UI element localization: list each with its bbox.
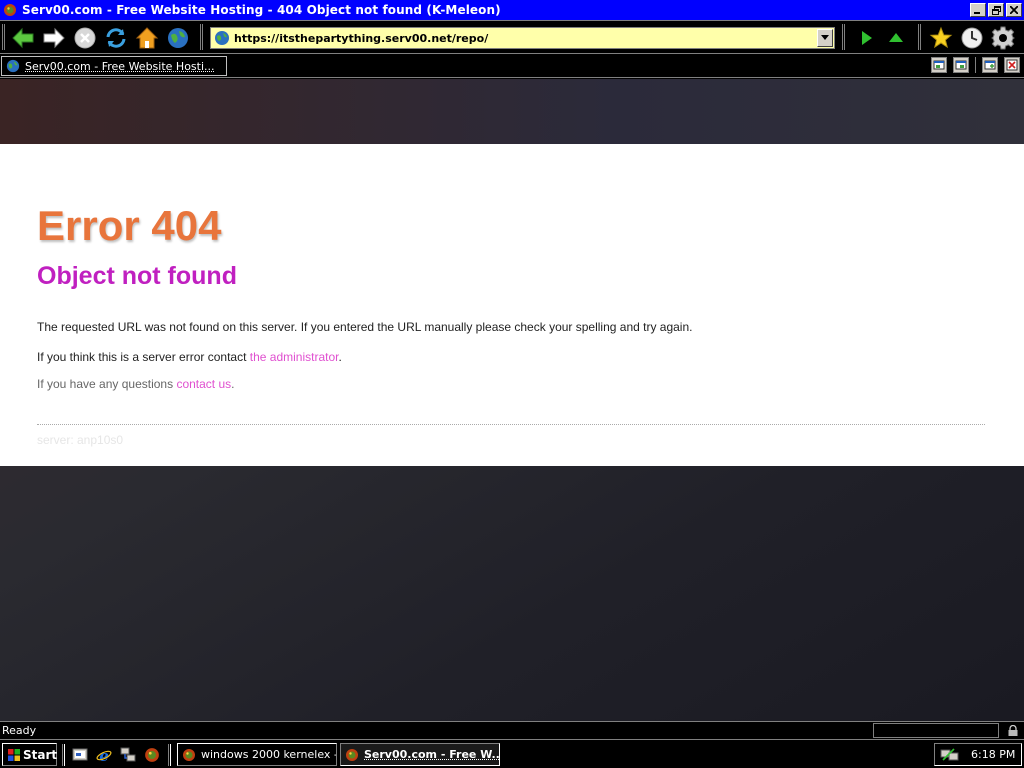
stop-icon — [74, 27, 96, 49]
settings-button[interactable] — [990, 25, 1016, 51]
page-globe-icon — [5, 58, 21, 74]
toolbar-grip[interactable] — [842, 24, 845, 50]
minimize-button[interactable] — [970, 3, 986, 17]
tab-serv00[interactable]: Serv00.com - Free Website Hosti... — [1, 56, 227, 76]
status-text: Ready — [2, 724, 37, 737]
url-input[interactable]: https://itsthepartything.serv00.net/repo… — [234, 32, 817, 45]
server-id: server: anp10s0 — [37, 433, 124, 447]
tab-bar: Serv00.com - Free Website Hosti... — [0, 54, 1024, 78]
forward-button[interactable] — [41, 25, 67, 51]
taskbar-task-active[interactable]: Serv00.com - Free W... — [340, 743, 500, 766]
error-heading: Error 404 — [37, 202, 222, 249]
status-progress-pane — [873, 723, 999, 738]
new-tab-icon — [984, 60, 996, 70]
home-icon — [135, 27, 159, 49]
start-label: Start — [23, 747, 58, 762]
forward-arrow-icon — [43, 27, 65, 49]
questions-prefix: If you have any questions — [37, 377, 177, 391]
windows-flag-icon — [7, 747, 21, 763]
close-button[interactable] — [1006, 3, 1022, 17]
internet-explorer-button[interactable]: e — [95, 746, 113, 764]
close-icon — [1010, 6, 1018, 14]
back-arrow-icon — [12, 27, 34, 49]
window-title: Serv00.com - Free Website Hosting - 404 … — [22, 3, 501, 17]
svg-text:e: e — [99, 747, 109, 763]
toolbar-grip[interactable] — [200, 24, 203, 50]
close-tab-icon — [1006, 59, 1018, 71]
error-message: The requested URL was not found on this … — [37, 320, 693, 334]
title-bar[interactable]: Serv00.com - Free Website Hosting - 404 … — [0, 0, 1024, 20]
navigation-toolbar: https://itsthepartything.serv00.net/repo… — [0, 20, 1024, 54]
k-meleon-icon — [145, 748, 159, 762]
error-card: Error 404 Object not found The requested… — [0, 144, 1024, 466]
up-button[interactable] — [883, 25, 909, 51]
clock[interactable]: 6:18 PM — [971, 748, 1015, 761]
chevron-down-icon — [821, 35, 829, 40]
tab-label: Serv00.com - Free Website Hosti... — [25, 59, 215, 73]
show-desktop-button[interactable] — [71, 746, 89, 764]
taskbar-task[interactable]: windows 2000 kernelex - ... — [177, 743, 337, 766]
internet-globe-button[interactable] — [165, 25, 191, 51]
settings-gear-icon — [991, 26, 1015, 50]
toolbar-grip[interactable] — [918, 24, 921, 50]
questions-text: If you have any questions contact us. — [37, 377, 234, 391]
task-label: windows 2000 kernelex - ... — [201, 748, 336, 761]
restore-button[interactable] — [988, 3, 1004, 17]
admin-contact-text: If you think this is a server error cont… — [37, 350, 342, 364]
toolbar-grip[interactable] — [2, 24, 5, 50]
back-button[interactable] — [10, 25, 36, 51]
restore-icon — [991, 5, 1001, 15]
admin-contact-suffix: . — [338, 350, 342, 364]
page-header-background — [0, 79, 1024, 144]
bookmarks-button[interactable] — [928, 25, 954, 51]
administrator-link[interactable]: the administrator — [250, 350, 339, 364]
globe-icon — [168, 28, 188, 48]
status-bar: Ready — [0, 721, 1024, 739]
questions-suffix: . — [231, 377, 235, 391]
go-icon — [862, 31, 872, 45]
tab-tool-button[interactable] — [931, 57, 947, 73]
show-desktop-icon — [72, 748, 88, 761]
start-button[interactable]: Start — [2, 743, 57, 766]
error-subheading: Object not found — [37, 262, 237, 290]
history-button[interactable] — [959, 25, 985, 51]
reload-button[interactable] — [103, 25, 129, 51]
window-icon — [955, 60, 967, 70]
home-button[interactable] — [134, 25, 160, 51]
network-tray-icon[interactable] — [939, 746, 961, 764]
admin-contact-prefix: If you think this is a server error cont… — [37, 350, 250, 364]
history-clock-icon — [961, 27, 983, 49]
page-content: Error 404 Object not found The requested… — [0, 79, 1024, 721]
k-meleon-icon — [181, 747, 197, 763]
bookmark-star-icon — [929, 26, 953, 49]
page-globe-icon — [213, 29, 231, 47]
minimize-icon — [974, 12, 980, 14]
k-meleon-button[interactable] — [143, 746, 161, 764]
taskbar-separator — [62, 744, 65, 766]
task-label: Serv00.com - Free W... — [364, 748, 499, 761]
internet-explorer-icon: e — [96, 747, 112, 763]
security-lock-icon[interactable] — [1005, 723, 1021, 738]
new-tab-button[interactable] — [982, 57, 998, 73]
taskbar: Start e windows 2000 kernelex - ... Serv… — [0, 739, 1024, 768]
contact-us-link[interactable]: contact us — [176, 377, 231, 391]
url-bar[interactable]: https://itsthepartything.serv00.net/repo… — [210, 27, 835, 49]
url-dropdown-button[interactable] — [817, 29, 833, 47]
up-icon — [889, 33, 903, 42]
taskbar-separator — [168, 744, 171, 766]
close-tab-button[interactable] — [1004, 57, 1020, 73]
system-tray: 6:18 PM — [934, 743, 1022, 766]
tab-tool-button[interactable] — [953, 57, 969, 73]
network-button[interactable] — [119, 746, 137, 764]
separator — [975, 57, 976, 73]
k-meleon-app-icon[interactable] — [2, 2, 18, 18]
k-meleon-icon — [344, 747, 360, 763]
window-icon — [933, 60, 945, 70]
divider — [37, 424, 985, 425]
reload-icon — [106, 28, 126, 48]
go-button[interactable] — [853, 25, 879, 51]
network-icon — [120, 747, 136, 762]
stop-button[interactable] — [72, 25, 98, 51]
